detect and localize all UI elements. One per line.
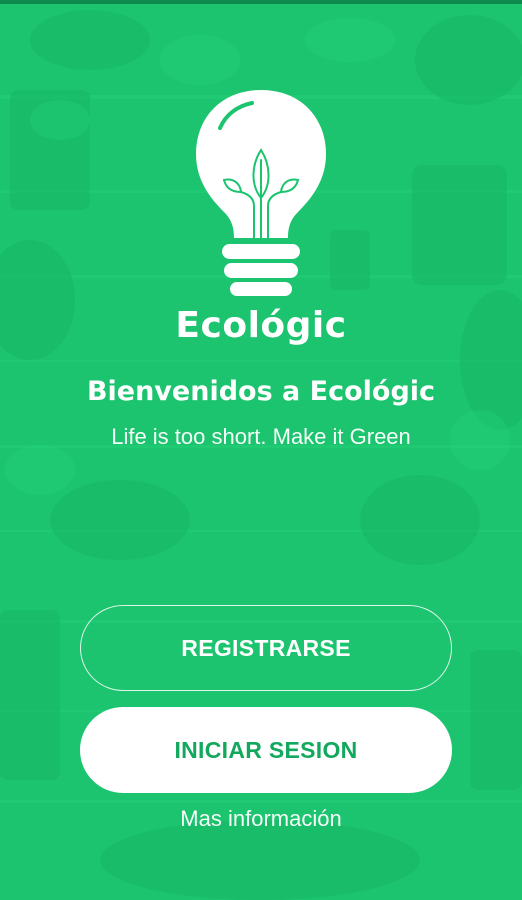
tagline: Life is too short. Make it Green: [111, 424, 411, 449]
lightbulb-plant-icon: [186, 88, 336, 308]
welcome-title: Bienvenidos a Ecológic: [86, 376, 436, 407]
login-button-label: INICIAR SESION: [174, 736, 358, 763]
register-button[interactable]: REGISTRARSE: [80, 605, 452, 691]
register-button-label: REGISTRARSE: [181, 634, 351, 661]
status-bar: [0, 0, 522, 4]
more-info-link[interactable]: Mas información: [0, 806, 522, 832]
brand-name: Ecológic: [175, 305, 347, 346]
login-button[interactable]: INICIAR SESION: [80, 707, 452, 793]
